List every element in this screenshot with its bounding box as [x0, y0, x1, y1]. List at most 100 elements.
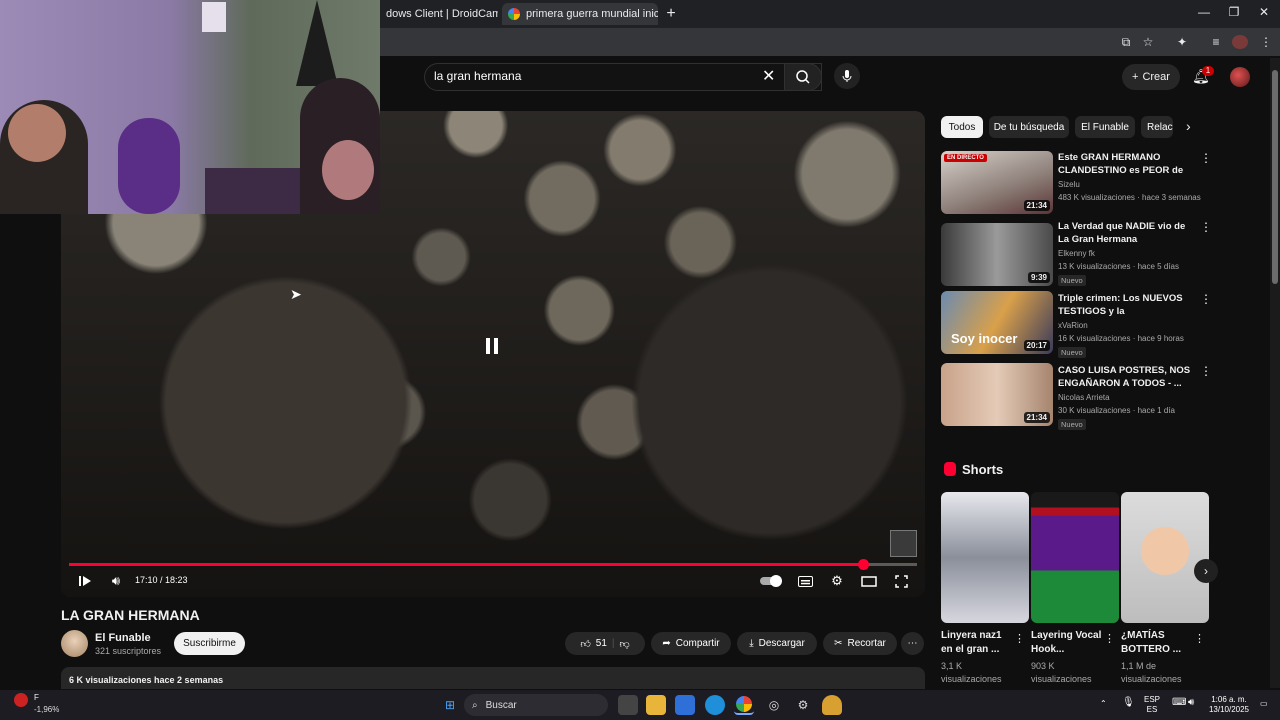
- short-more-icon[interactable]: ⋮: [1104, 632, 1115, 645]
- new-badge: Nuevo: [1058, 419, 1086, 430]
- share-button[interactable]: ➦ Compartir: [651, 632, 731, 655]
- taskbar-search[interactable]: ⌕ Buscar: [464, 694, 608, 716]
- close-window-button[interactable]: ✕: [1254, 5, 1274, 19]
- dislike-icon[interactable]: 👎︎: [620, 638, 630, 650]
- new-tab-button[interactable]: +: [662, 5, 680, 23]
- like-icon[interactable]: 👍︎: [580, 638, 590, 650]
- store-icon[interactable]: [675, 695, 695, 715]
- browser-tab-droidcam[interactable]: dows Client | DroidCam ✕: [380, 3, 498, 25]
- language-indicator[interactable]: ESP ES: [1144, 695, 1160, 715]
- short-more-icon[interactable]: ⋮: [1014, 632, 1025, 645]
- rec-more-icon[interactable]: ⋮: [1200, 151, 1212, 165]
- search-icon: ⌕: [472, 699, 478, 711]
- rec-title[interactable]: La Verdad que NADIE vio de La Gran Herma…: [1058, 220, 1194, 246]
- fullscreen-icon[interactable]: [891, 571, 911, 591]
- like-count[interactable]: 51: [596, 638, 607, 649]
- center-pause-icon[interactable]: [473, 327, 511, 365]
- autoplay-toggle[interactable]: [760, 575, 782, 587]
- short-title[interactable]: ¿MATÍAS BOTTERO ...: [1121, 629, 1193, 657]
- subscribe-button[interactable]: Suscribirme: [174, 632, 245, 655]
- volume-icon[interactable]: 🔊︎: [1188, 698, 1194, 708]
- stock-widget-icon[interactable]: [14, 693, 28, 707]
- scrubber-handle[interactable]: [857, 559, 869, 570]
- microphone-icon[interactable]: 🎙︎: [1122, 698, 1135, 708]
- rec-title[interactable]: CASO LUISA POSTRES, NOS ENGAÑARON A TODO…: [1058, 364, 1194, 390]
- search-button[interactable]: [784, 63, 822, 91]
- progress-bar[interactable]: [69, 559, 917, 570]
- voice-search-button[interactable]: [834, 63, 860, 89]
- shadow-shape: [118, 118, 180, 214]
- rec-thumbnail[interactable]: 9:39: [941, 223, 1053, 286]
- rec-channel[interactable]: Sizelu: [1058, 180, 1080, 189]
- download-button[interactable]: ⤓ Descargar: [737, 632, 817, 655]
- microphone-icon: [842, 70, 852, 82]
- rec-thumbnail[interactable]: Soy inocer 20:17: [941, 291, 1053, 354]
- chrome-taskbar-button[interactable]: [734, 695, 754, 715]
- rec-more-icon[interactable]: ⋮: [1200, 364, 1212, 378]
- rec-thumbnail[interactable]: EN DIRECTO 21:34: [941, 151, 1053, 214]
- chip-todos[interactable]: Todos: [941, 116, 983, 138]
- settings-gear-icon[interactable]: ⚙︎: [827, 571, 847, 591]
- network-icon[interactable]: ⌨︎: [1172, 698, 1186, 708]
- play-pause-button[interactable]: [75, 571, 95, 591]
- short-title[interactable]: Linyera naz1 en el gran ...: [941, 629, 1013, 657]
- rec-channel[interactable]: xVaRion: [1058, 321, 1088, 330]
- task-view-icon[interactable]: [618, 695, 638, 715]
- plus-icon: +: [1132, 71, 1139, 83]
- rec-title[interactable]: Triple crimen: Los NUEVOS TESTIGOS y la …: [1058, 292, 1194, 318]
- settings-icon[interactable]: ⚙︎: [793, 695, 813, 715]
- create-button[interactable]: + Crear: [1122, 64, 1180, 90]
- edge-icon[interactable]: [705, 695, 725, 715]
- maximize-button[interactable]: ❐: [1224, 5, 1244, 19]
- theater-mode-icon[interactable]: [859, 571, 879, 591]
- profile-avatar[interactable]: [1232, 35, 1248, 49]
- rec-title[interactable]: Este GRAN HERMANO CLANDESTINO es PEOR de…: [1058, 151, 1194, 177]
- rec-more-icon[interactable]: ⋮: [1200, 292, 1212, 306]
- minimize-button[interactable]: —: [1194, 5, 1214, 19]
- clock[interactable]: 1:06 a. m. 13/10/2025: [1206, 695, 1252, 715]
- mouse-cursor-icon: ➤: [290, 286, 302, 302]
- file-explorer-icon[interactable]: [646, 695, 666, 715]
- scrollbar-thumb[interactable]: [1272, 70, 1278, 284]
- cast-icon[interactable]: ⧉: [1118, 35, 1134, 49]
- rec-more-icon[interactable]: ⋮: [1200, 220, 1212, 234]
- rec-thumbnail[interactable]: 21:34: [941, 363, 1053, 426]
- clear-search-icon[interactable]: ✕: [762, 66, 775, 86]
- short-more-icon[interactable]: ⋮: [1194, 632, 1205, 645]
- short-title[interactable]: Layering Vocal Hook...: [1031, 629, 1103, 657]
- play-icon: [79, 576, 91, 586]
- extensions-icon[interactable]: ✦: [1174, 35, 1190, 49]
- app-icon[interactable]: ◎: [764, 695, 784, 715]
- live-badge: EN DIRECTO: [944, 154, 987, 162]
- channel-avatar[interactable]: [61, 630, 88, 657]
- clip-button[interactable]: ✂ Recortar: [823, 632, 897, 655]
- app-icon[interactable]: [822, 695, 842, 715]
- rec-channel[interactable]: Elkenny fk: [1058, 249, 1095, 258]
- tray-overflow-icon[interactable]: ⌃: [1100, 699, 1107, 709]
- short-thumbnail[interactable]: [941, 492, 1029, 623]
- account-avatar[interactable]: [1230, 67, 1250, 87]
- chip-de-tu-busqueda[interactable]: De tu búsqueda: [989, 116, 1069, 138]
- media-control-icon[interactable]: ≡: [1208, 35, 1224, 49]
- notifications-icon[interactable]: ▭: [1260, 699, 1268, 709]
- browser-menu-icon[interactable]: ⋮: [1258, 35, 1274, 49]
- subtitles-icon[interactable]: [795, 571, 815, 591]
- more-actions-button[interactable]: ⋯: [901, 632, 924, 655]
- chip-el-funable[interactable]: El Funable: [1075, 116, 1135, 138]
- bookmark-star-icon[interactable]: ☆: [1140, 35, 1156, 49]
- end-screen-thumbnail[interactable]: [890, 530, 917, 557]
- chip-relacionados[interactable]: Relaci: [1141, 116, 1173, 138]
- windows-start-icon[interactable]: ⊞: [440, 695, 460, 715]
- short-thumbnail[interactable]: [1121, 492, 1209, 623]
- channel-name[interactable]: El Funable: [95, 632, 151, 644]
- browser-tab-search[interactable]: primera guerra mundial inicio · ✕: [502, 3, 658, 25]
- short-views: 903 Kvisualizaciones: [1031, 661, 1092, 684]
- chevron-right-icon[interactable]: ›: [1186, 118, 1191, 134]
- short-thumbnail[interactable]: [1031, 492, 1119, 623]
- shorts-logo-icon: [944, 462, 956, 476]
- shorts-next-button[interactable]: ›: [1194, 559, 1218, 583]
- rec-channel[interactable]: Nicolas Arrieta: [1058, 393, 1110, 402]
- search-icon: [796, 70, 810, 84]
- volume-icon[interactable]: 🔊︎: [106, 571, 126, 591]
- thumbnail-overlay-text: Soy inocer: [951, 331, 1018, 346]
